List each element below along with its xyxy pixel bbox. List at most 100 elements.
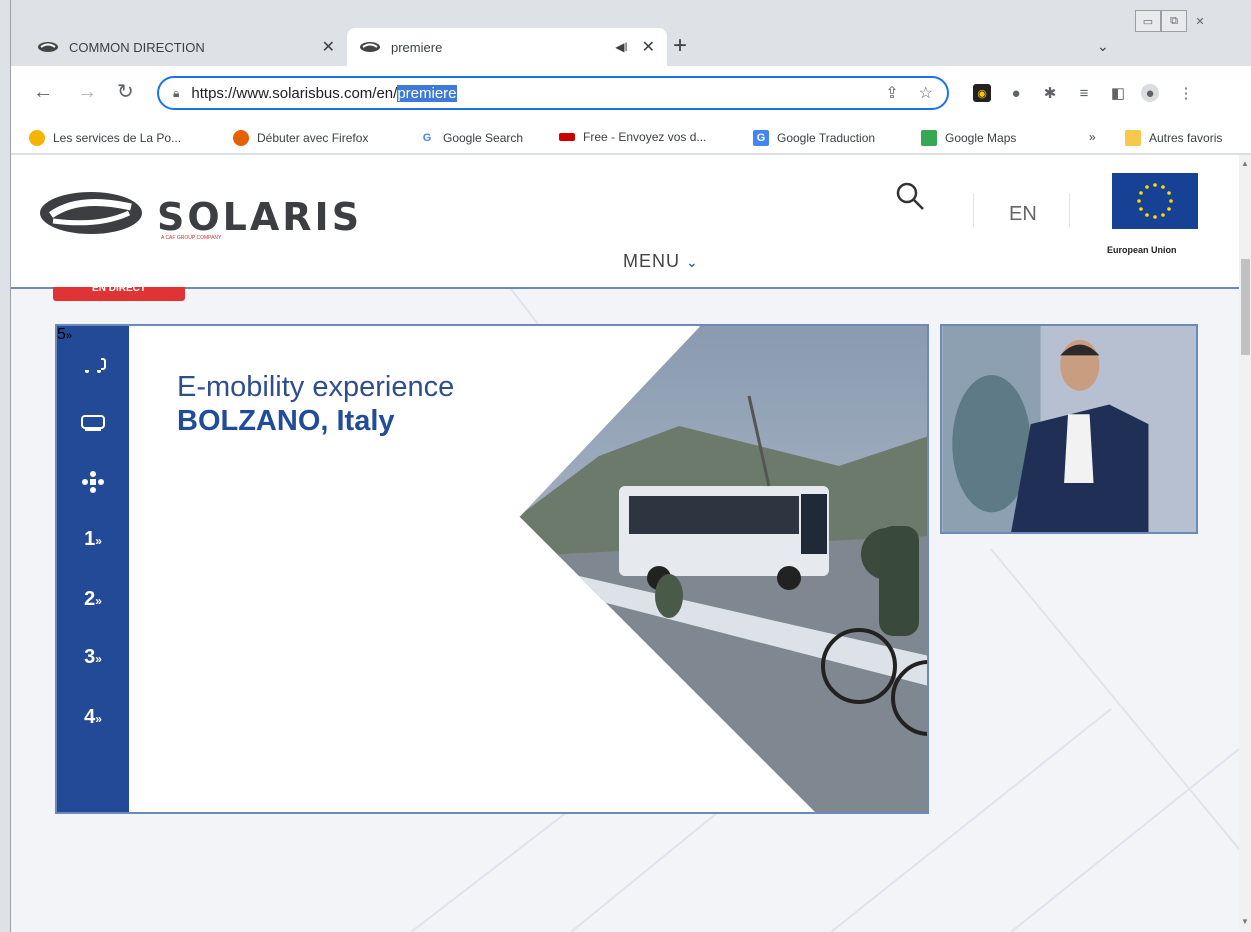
- solaris-favicon-icon: [37, 41, 59, 53]
- bookmark-free[interactable]: Free - Envoyez vos d...: [559, 130, 706, 144]
- close-tab-icon[interactable]: ✕: [322, 37, 335, 57]
- close-tab-icon[interactable]: ✕: [642, 37, 655, 57]
- page-viewport: SOLARIS A CAF GROUP COMPANY EN European …: [11, 155, 1239, 932]
- bookmark-la-poste[interactable]: Les services de La Po...: [29, 130, 181, 146]
- network-icon[interactable]: [57, 470, 129, 500]
- share-icon[interactable]: ⇪: [885, 83, 898, 103]
- headline-line1: E-mobility experience: [177, 371, 455, 403]
- menu-label: MENU: [623, 251, 680, 271]
- bookmark-google-search[interactable]: G Google Search: [419, 130, 523, 146]
- tab-common-direction[interactable]: COMMON DIRECTION ✕: [25, 28, 347, 66]
- tab-premiere[interactable]: premiere ◀ǀ ✕: [347, 28, 667, 66]
- tab-title: COMMON DIRECTION: [69, 39, 205, 55]
- rail-number: 4: [84, 706, 96, 728]
- extensions-puzzle-icon[interactable]: ✱: [1041, 84, 1059, 102]
- restore-icon[interactable]: ⧉: [1161, 10, 1187, 32]
- slide-nav-rail: 1» 2» 3» 4»: [57, 326, 129, 812]
- rail-item-1[interactable]: 1»: [57, 528, 129, 551]
- arrows-icon: »: [95, 534, 102, 548]
- rail-number: 1: [84, 528, 96, 550]
- logo-subtitle: A CAF GROUP COMPANY: [161, 235, 222, 241]
- reload-icon[interactable]: ↻: [117, 82, 134, 102]
- logo-wordmark[interactable]: SOLARIS: [157, 195, 362, 239]
- bolzano-bus-photo: [519, 326, 927, 812]
- page-scrollbar[interactable]: ▲ ▼: [1239, 155, 1251, 932]
- extension-icon[interactable]: ◉: [973, 84, 991, 102]
- bookmark-star-icon[interactable]: ☆: [919, 83, 933, 103]
- presentation-slide: 1» 2» 3» 4» 5» E-mobility experience BOL…: [55, 324, 929, 814]
- arrows-icon: »: [95, 652, 102, 666]
- scrollbar-thumb[interactable]: [1241, 259, 1250, 355]
- rail-item-4[interactable]: 4»: [57, 706, 129, 729]
- bookmark-label: Débuter avec Firefox: [257, 131, 369, 145]
- maps-icon: [921, 130, 937, 146]
- tab-strip: COMMON DIRECTION ✕ premiere ◀ǀ ✕ + ⌄ ▭ ⧉…: [11, 0, 1251, 66]
- scroll-down-icon[interactable]: ▼: [1241, 917, 1249, 926]
- la-poste-icon: [29, 130, 45, 146]
- solaris-logo-icon[interactable]: [39, 191, 143, 240]
- audio-playing-icon[interactable]: ◀ǀ: [615, 40, 627, 54]
- bookmark-google-maps[interactable]: Google Maps: [921, 130, 1016, 146]
- chevron-down-icon: ⌄: [686, 254, 699, 270]
- folder-icon: [1125, 130, 1141, 146]
- headline-line2: BOLZANO, Italy: [177, 405, 395, 437]
- bookmarks-overflow-button[interactable]: »: [1089, 130, 1096, 144]
- browser-toolbar: ← → ↻ 🔒︎ https://www.solarisbus.com/en/p…: [11, 66, 1251, 122]
- address-bar[interactable]: 🔒︎ https://www.solarisbus.com/en/premier…: [157, 76, 949, 110]
- tab-title: premiere: [391, 39, 443, 55]
- bookmark-firefox[interactable]: Débuter avec Firefox: [233, 130, 368, 146]
- google-icon: G: [422, 132, 432, 144]
- speaker-video[interactable]: [940, 324, 1198, 534]
- url-text[interactable]: https://www.solarisbus.com/en/premiere: [191, 84, 865, 102]
- arrows-icon: »: [95, 594, 102, 608]
- free-icon: [559, 133, 575, 141]
- eu-flag-icon: [1112, 173, 1198, 229]
- rail-item-3[interactable]: 3»: [57, 646, 129, 669]
- translate-icon: G: [753, 130, 769, 146]
- other-bookmarks-folder[interactable]: Autres favoris: [1125, 130, 1222, 146]
- bookmark-label: Free - Envoyez vos d...: [583, 130, 707, 144]
- solaris-favicon-icon: [359, 41, 381, 53]
- rail-item-2[interactable]: 2»: [57, 588, 129, 611]
- side-panel-icon[interactable]: ◧: [1109, 84, 1127, 102]
- browser-window: COMMON DIRECTION ✕ premiere ◀ǀ ✕ + ⌄ ▭ ⧉…: [10, 0, 1251, 932]
- close-window-icon[interactable]: ✕: [1187, 10, 1213, 32]
- bus-front-icon[interactable]: [57, 414, 129, 438]
- bookmark-label: Google Search: [443, 131, 524, 145]
- divider: [973, 193, 974, 227]
- url-prefix: https://www.solarisbus.com/en/: [191, 84, 398, 102]
- bookmark-label: Google Maps: [945, 131, 1017, 145]
- profile-avatar-icon[interactable]: ●: [1141, 84, 1159, 102]
- arrows-icon: »: [95, 712, 102, 726]
- site-header: SOLARIS A CAF GROUP COMPANY EN European …: [11, 155, 1239, 289]
- menu-button[interactable]: MENU ⌄: [623, 251, 699, 272]
- bookmark-google-translate[interactable]: G Google Traduction: [753, 130, 875, 146]
- back-arrow-icon[interactable]: ←: [33, 82, 53, 102]
- window-controls: ▭ ⧉ ✕: [1135, 10, 1213, 32]
- language-selector[interactable]: EN: [1009, 203, 1037, 226]
- new-tab-button[interactable]: +: [673, 34, 687, 58]
- forward-arrow-icon[interactable]: →: [77, 82, 97, 102]
- eu-label: European Union: [1107, 245, 1177, 255]
- tab-search-chevron-icon[interactable]: ⌄: [1097, 38, 1109, 55]
- rail-number: 3: [84, 646, 96, 668]
- minimize-icon[interactable]: ▭: [1135, 10, 1161, 32]
- rail-item-5[interactable]: 5»: [57, 326, 72, 344]
- search-icon[interactable]: [895, 181, 925, 218]
- live-badge: EN DIRECT: [53, 287, 185, 301]
- scroll-up-icon[interactable]: ▲: [1241, 159, 1249, 168]
- bookmarks-bar: Les services de La Po... Débuter avec Fi…: [11, 122, 1251, 154]
- lock-icon[interactable]: 🔒︎: [173, 86, 179, 101]
- divider: [1069, 193, 1070, 227]
- rail-number: 2: [84, 588, 96, 610]
- media-queue-icon[interactable]: ≡: [1075, 84, 1093, 102]
- bookmark-label: Autres favoris: [1149, 131, 1223, 145]
- firefox-icon: [233, 130, 249, 146]
- bookmark-label: Les services de La Po...: [53, 131, 182, 145]
- url-selected: premiere: [397, 84, 457, 102]
- rail-number: 5: [57, 326, 66, 343]
- bookmark-label: Google Traduction: [777, 131, 876, 145]
- kebab-menu-icon[interactable]: ⋮: [1177, 84, 1195, 102]
- arrows-icon: »: [65, 330, 73, 342]
- extension-circle-icon[interactable]: ●: [1007, 84, 1025, 102]
